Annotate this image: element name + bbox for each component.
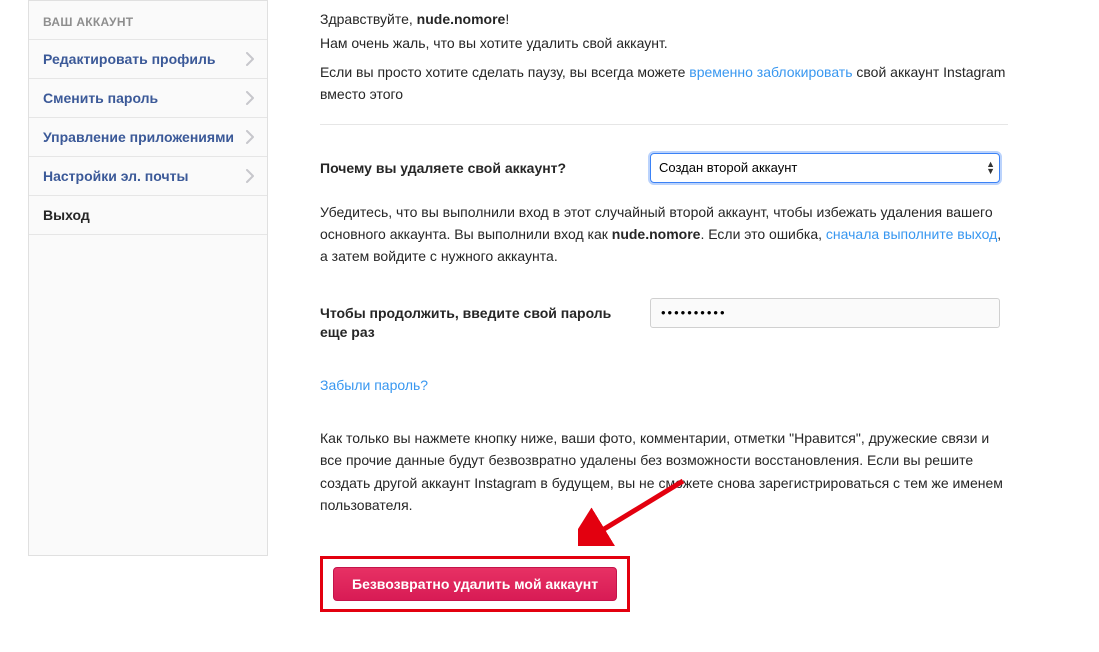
chevron-right-icon (246, 169, 255, 183)
chevron-right-icon (246, 130, 255, 144)
delete-reason-select[interactable]: Создан второй аккаунт (650, 153, 1000, 183)
sidebar-item-label: Выход (43, 207, 90, 223)
sidebar-item-label: Редактировать профиль (43, 51, 216, 67)
sidebar-item-logout[interactable]: Выход (29, 196, 267, 235)
permanently-delete-button[interactable]: Безвозвратно удалить мой аккаунт (333, 567, 617, 601)
logged-in-username: nude.nomore (612, 226, 701, 242)
main-content: Здравствуйте, nude.nomore! Нам очень жал… (268, 0, 1058, 652)
verify-account-note: Убедитесь, что вы выполнили вход в этот … (320, 201, 1008, 268)
forgot-password-link[interactable]: Забыли пароль? (320, 377, 428, 393)
sidebar-item-label: Сменить пароль (43, 90, 158, 106)
greeting-line: Здравствуйте, nude.nomore! (320, 8, 1008, 30)
divider (320, 124, 1008, 125)
sidebar-item-manage-apps[interactable]: Управление приложениями (29, 118, 267, 157)
confirm-password-input[interactable] (650, 298, 1000, 328)
sidebar-item-change-password[interactable]: Сменить пароль (29, 79, 267, 118)
permanent-delete-warning: Как только вы нажмете кнопку ниже, ваши … (320, 427, 1008, 517)
sidebar-item-edit-profile[interactable]: Редактировать профиль (29, 40, 267, 79)
sidebar-header: ВАШ АККАУНТ (29, 1, 267, 40)
reason-row: Почему вы удаляете свой аккаунт? Создан … (320, 153, 1008, 183)
chevron-right-icon (246, 52, 255, 66)
account-sidebar: ВАШ АККАУНТ Редактировать профиль Сменит… (28, 0, 268, 556)
pause-suggestion: Если вы просто хотите сделать паузу, вы … (320, 61, 1008, 106)
sidebar-item-label: Настройки эл. почты (43, 168, 188, 184)
password-row: Чтобы продолжить, введите свой пароль ещ… (320, 298, 1008, 343)
temporarily-disable-link[interactable]: временно заблокировать (689, 64, 852, 80)
logout-first-link[interactable]: сначала выполните выход (826, 226, 997, 242)
reason-label: Почему вы удаляете свой аккаунт? (320, 153, 620, 179)
annotation-highlight-box: Безвозвратно удалить мой аккаунт (320, 556, 630, 612)
chevron-right-icon (246, 91, 255, 105)
sidebar-filler (29, 235, 267, 555)
current-username: nude.nomore (417, 11, 506, 27)
sorry-line: Нам очень жаль, что вы хотите удалить св… (320, 32, 1008, 54)
password-label: Чтобы продолжить, введите свой пароль ещ… (320, 298, 620, 343)
sidebar-item-email-settings[interactable]: Настройки эл. почты (29, 157, 267, 196)
sidebar-item-label: Управление приложениями (43, 129, 234, 145)
